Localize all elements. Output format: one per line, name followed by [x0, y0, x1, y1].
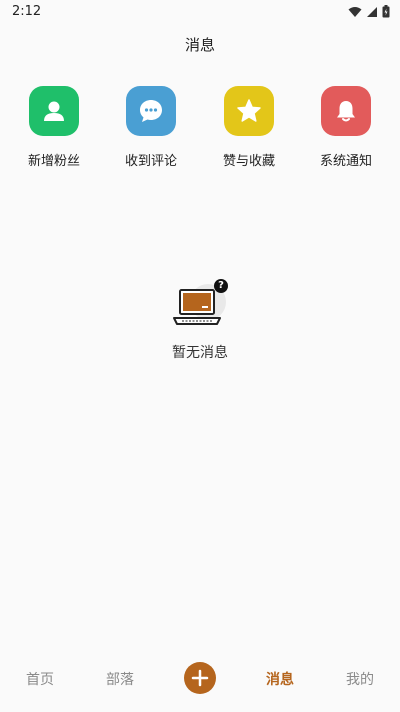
quick-action-label: 赞与收藏: [222, 154, 275, 169]
battery-icon: [382, 5, 390, 18]
bell-icon: [337, 101, 355, 122]
comment-icon: [140, 100, 162, 122]
quick-action-icon-bg: [224, 86, 274, 136]
signal-icon: [367, 6, 377, 17]
quick-action-system[interactable]: 系统通知: [306, 86, 386, 169]
quick-action-comments[interactable]: 收到评论: [111, 86, 191, 169]
quick-action-new-followers[interactable]: 新增粉丝: [14, 86, 94, 169]
quick-action-icon-bg: [29, 86, 79, 136]
tab-tribe[interactable]: 部落: [90, 669, 150, 689]
quick-actions: 新增粉丝 收到评论 赞与收藏 系统通知: [0, 86, 400, 176]
wifi-icon: [348, 6, 362, 17]
plus-icon: [191, 669, 209, 687]
quick-action-label: 新增粉丝: [27, 154, 80, 169]
bottom-tab-bar: 首页 部落 消息 我的: [0, 656, 400, 700]
star-icon: [237, 99, 261, 122]
tab-messages[interactable]: 消息: [250, 669, 310, 689]
question-badge: ?: [214, 279, 228, 293]
tab-home[interactable]: 首页: [10, 669, 70, 689]
page-title: 消息: [184, 36, 215, 54]
empty-illustration: ?: [170, 279, 230, 330]
status-bar: 2:12: [0, 0, 400, 24]
add-button[interactable]: [184, 662, 216, 694]
quick-action-label: 系统通知: [319, 154, 372, 169]
quick-action-likes[interactable]: 赞与收藏: [209, 86, 289, 169]
status-icons: [348, 5, 390, 18]
quick-action-icon-bg: [126, 86, 176, 136]
tab-mine[interactable]: 我的: [330, 669, 390, 689]
empty-state-text: 暂无消息: [172, 345, 228, 361]
empty-state: ? 暂无消息: [0, 279, 400, 362]
quick-action-label: 收到评论: [124, 154, 177, 169]
status-time: 2:12: [12, 4, 42, 19]
quick-action-icon-bg: [321, 86, 371, 136]
person-icon: [44, 101, 64, 121]
